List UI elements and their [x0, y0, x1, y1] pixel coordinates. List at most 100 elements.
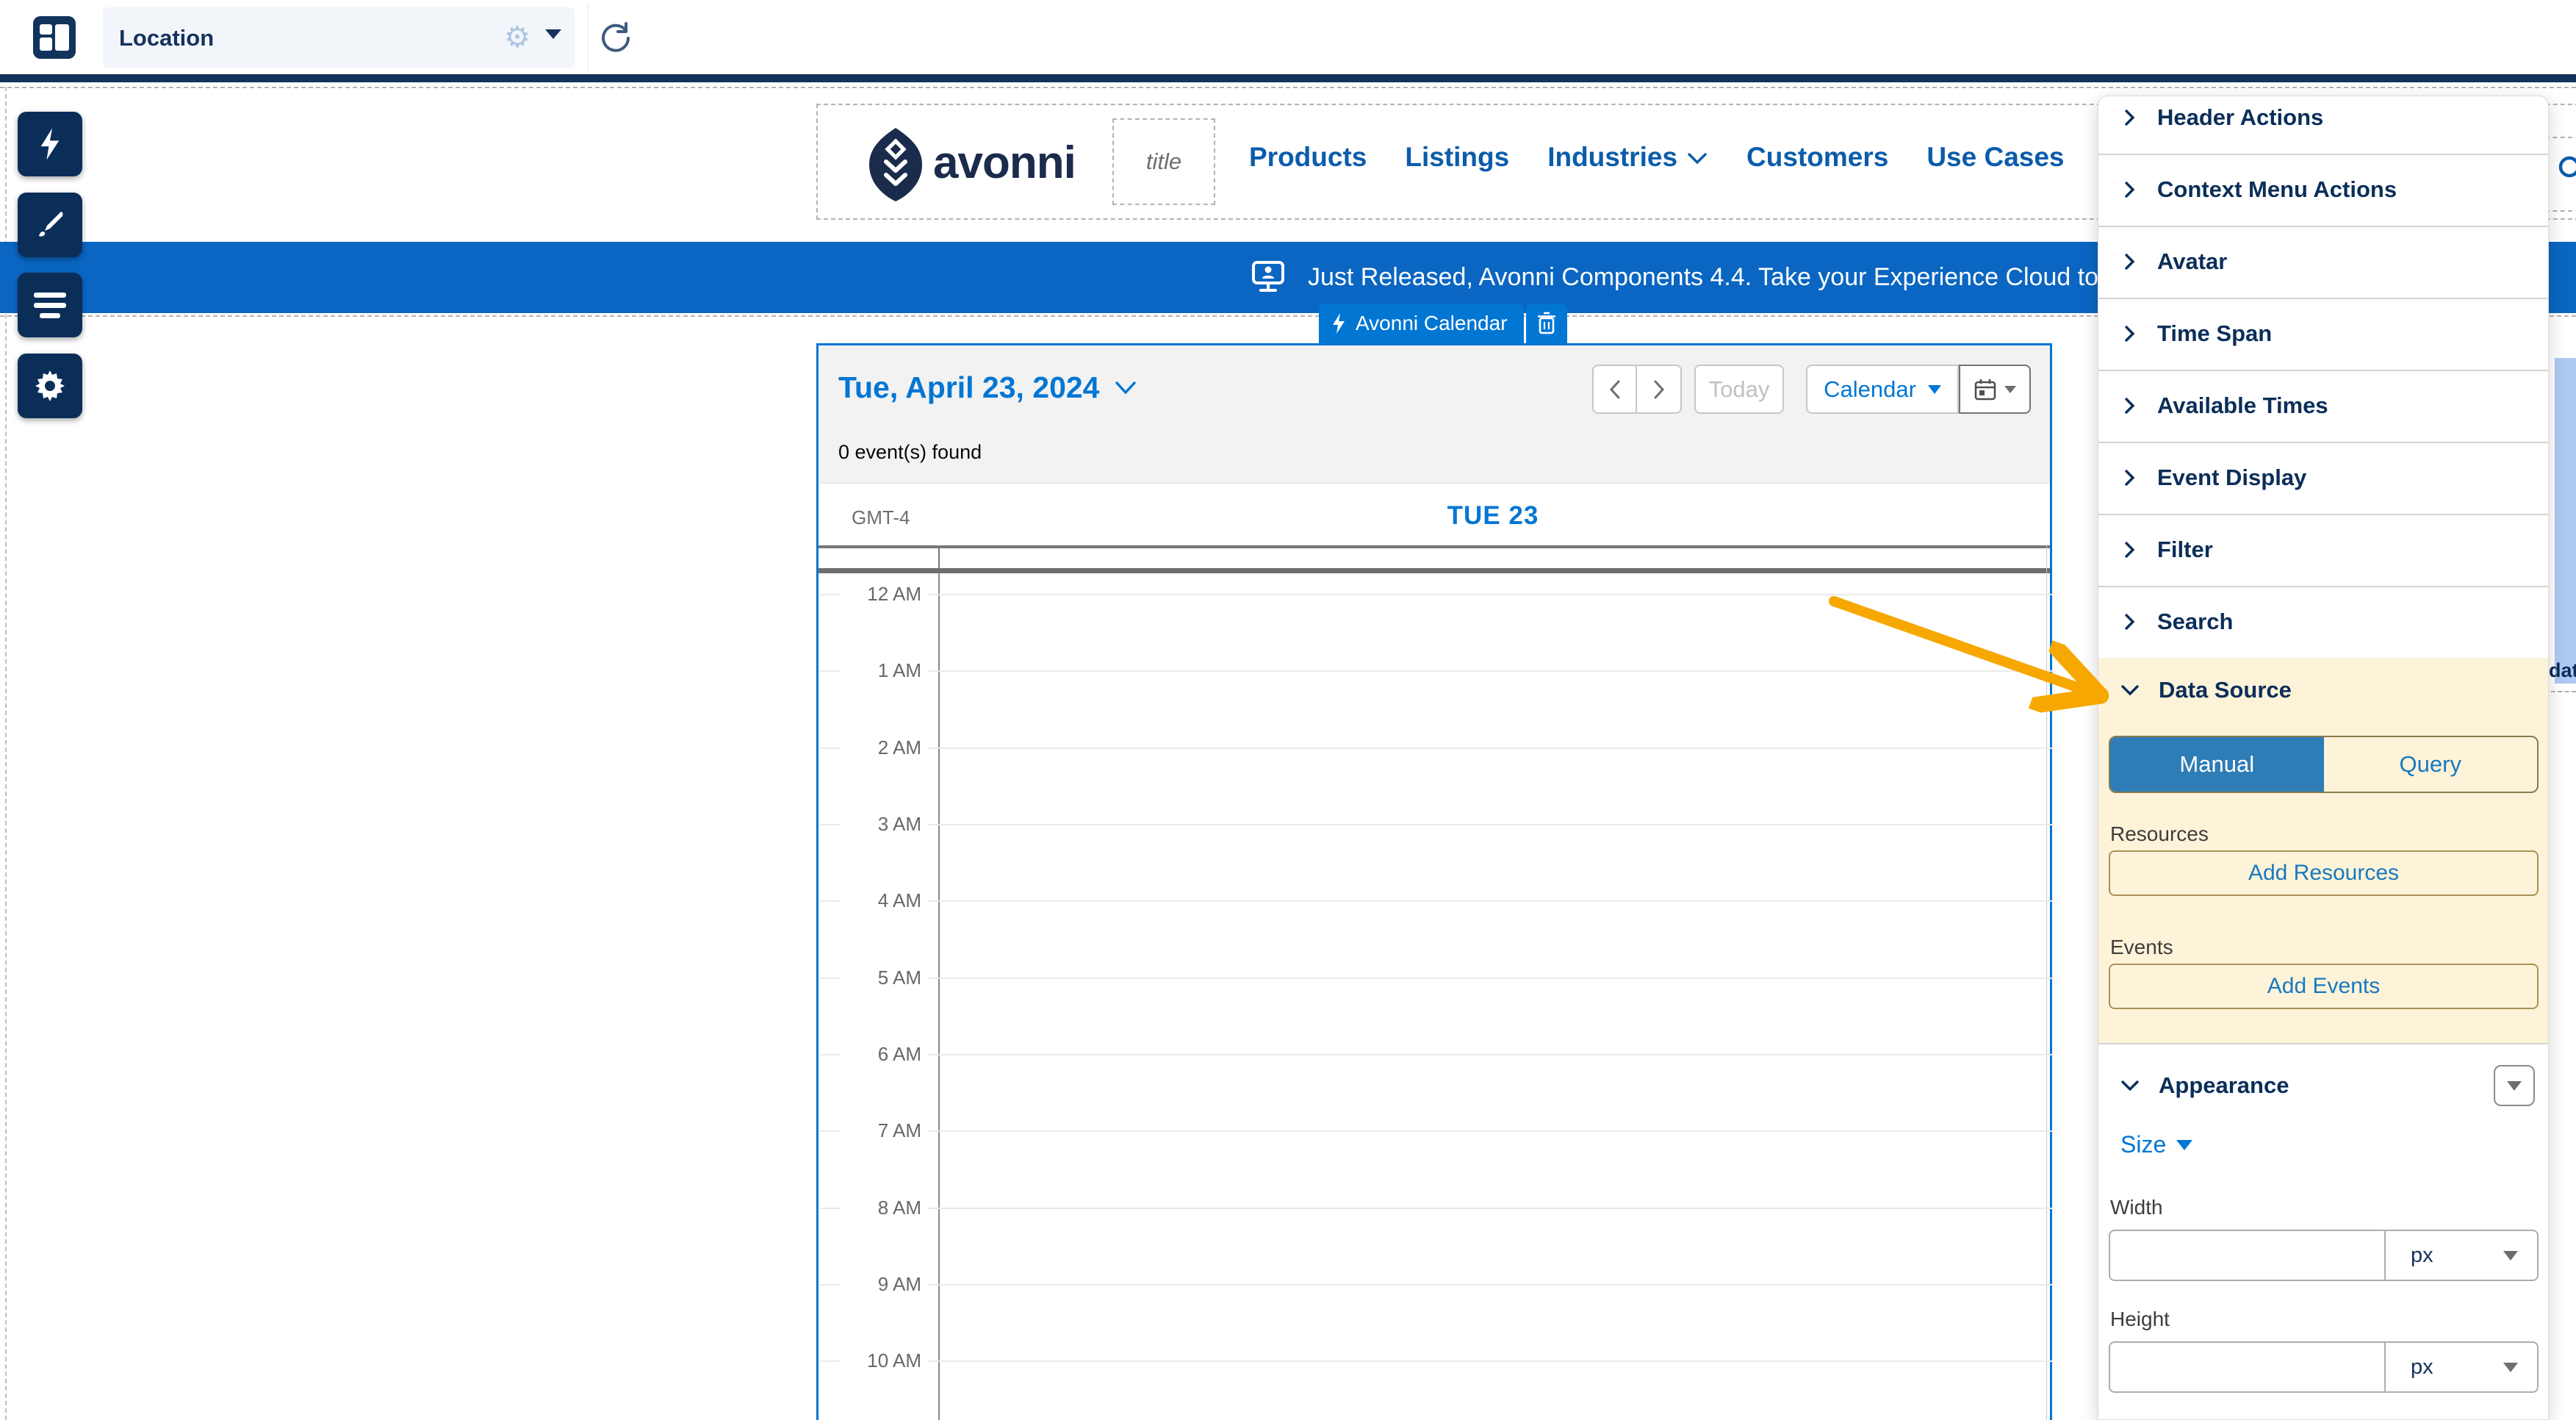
partial-data-label: data — [2549, 659, 2576, 682]
lightning-icon — [37, 127, 62, 161]
component-tag-label[interactable]: Avonni Calendar — [1319, 304, 1524, 343]
nav-customers[interactable]: Customers — [1746, 142, 1888, 173]
hour-label: 3 AM — [841, 811, 927, 837]
height-unit-select[interactable]: px — [2384, 1341, 2539, 1393]
add-resources-button[interactable]: Add Resources — [2109, 850, 2539, 896]
lightning-icon — [1331, 312, 1347, 334]
allday-bottom-divider — [819, 568, 2050, 573]
banner-text: Just Released, Avonni Components 4.4. Ta… — [1308, 263, 2126, 292]
height-label: Height — [2110, 1308, 2170, 1331]
calendar-toolbar: Tue, April 23, 2024 0 event(s) found Tod… — [819, 345, 2050, 484]
section-header-actions[interactable]: Header Actions — [2098, 96, 2548, 154]
height-input[interactable] — [2109, 1341, 2384, 1393]
data-source-mode-toggle: Manual Query — [2109, 736, 2539, 793]
width-field-group: px — [2109, 1230, 2539, 1281]
height-field-group: px — [2109, 1341, 2539, 1393]
caret-down-icon[interactable] — [545, 29, 561, 39]
settings-button[interactable] — [18, 354, 82, 418]
query-segment[interactable]: Query — [2324, 737, 2538, 792]
data-source-header[interactable]: Data Source — [2120, 677, 2292, 703]
section-filter[interactable]: Filter — [2098, 514, 2548, 586]
section-available-times[interactable]: Available Times — [2098, 370, 2548, 442]
triangle-down-icon — [2176, 1140, 2192, 1150]
today-button[interactable]: Today — [1694, 365, 1784, 414]
hour-line: 6 AM — [820, 1054, 2053, 1055]
width-unit-select[interactable]: px — [2384, 1230, 2539, 1281]
triangle-down-icon — [2503, 1363, 2518, 1372]
hour-line: 4 AM — [820, 900, 2053, 902]
hour-line: 7 AM — [820, 1130, 2053, 1132]
hour-label: 5 AM — [841, 964, 927, 991]
avonni-logo-icon — [866, 126, 926, 207]
hour-line: 3 AM — [820, 824, 2053, 825]
day-column-header[interactable]: TUE 23 — [938, 501, 2048, 531]
hour-line: 2 AM — [820, 747, 2053, 749]
timezone-label: GMT-4 — [852, 506, 910, 529]
hour-label: 2 AM — [841, 734, 927, 761]
chevron-right-icon — [2120, 541, 2138, 559]
triangle-down-icon — [2004, 386, 2016, 393]
manual-segment[interactable]: Manual — [2110, 737, 2324, 792]
page-selector-label: Location — [119, 25, 214, 51]
nav-industries[interactable]: Industries — [1547, 142, 1708, 173]
allday-column-divider — [938, 548, 940, 568]
paintbrush-icon — [34, 209, 66, 241]
section-event-display[interactable]: Event Display — [2098, 442, 2548, 514]
chevron-down-icon — [2120, 1077, 2140, 1094]
view-select-button[interactable]: Calendar — [1806, 365, 1959, 414]
avonni-calendar-component[interactable]: Tue, April 23, 2024 0 event(s) found Tod… — [816, 343, 2052, 1420]
nav-products[interactable]: Products — [1249, 142, 1367, 173]
appearance-menu-button[interactable] — [2494, 1065, 2535, 1106]
previous-button[interactable] — [1592, 365, 1637, 414]
experience-builder: avonni title Products Listings Industrie… — [0, 0, 2576, 1420]
time-column-divider — [938, 573, 940, 1420]
canvas-top-dashed-guide — [0, 87, 2576, 88]
chevron-right-icon — [2120, 109, 2138, 126]
components-button[interactable] — [18, 112, 82, 176]
hour-label: 6 AM — [841, 1041, 927, 1067]
hour-label: 4 AM — [841, 887, 927, 914]
search-icon[interactable] — [2555, 153, 2576, 190]
chevron-down-icon — [2120, 681, 2140, 699]
nav-use-cases[interactable]: Use Cases — [1926, 142, 2064, 173]
section-appearance[interactable]: Appearance — [2098, 1044, 2548, 1127]
hour-label: 12 AM — [841, 581, 927, 607]
chevron-down-icon — [1686, 142, 1708, 173]
theme-button[interactable] — [18, 193, 82, 257]
delete-component-button[interactable] — [1526, 304, 1567, 343]
hour-label: 1 AM — [841, 657, 927, 684]
section-search[interactable]: Search — [2098, 586, 2548, 658]
allday-top-divider — [819, 545, 2050, 548]
hour-line: 5 AM — [820, 978, 2053, 979]
page-selector[interactable]: Location ⚙ — [103, 7, 575, 68]
section-time-span[interactable]: Time Span — [2098, 298, 2548, 370]
triangle-down-icon — [1928, 385, 1941, 394]
chevron-right-icon — [2120, 397, 2138, 415]
grid-right-edge — [2046, 545, 2047, 1420]
content-button[interactable] — [18, 273, 82, 337]
properties-panel: Header Actions Context Menu Actions Avat… — [2098, 96, 2549, 1420]
site-nav: Products Listings Industries Customers U… — [1249, 142, 2065, 173]
size-dropdown[interactable]: Size — [2120, 1131, 2192, 1158]
next-button[interactable] — [1637, 365, 1682, 414]
header-title-placeholder[interactable]: title — [1112, 118, 1215, 205]
section-context-menu-actions[interactable]: Context Menu Actions — [2098, 154, 2548, 226]
calendar-date-title[interactable]: Tue, April 23, 2024 — [838, 370, 1138, 405]
nav-listings[interactable]: Listings — [1405, 142, 1509, 173]
calendar-display-button[interactable] — [1959, 365, 2031, 414]
page-settings-gear-icon[interactable]: ⚙ — [504, 21, 530, 54]
chevron-right-icon — [2120, 325, 2138, 343]
hour-line: 1 AM — [820, 670, 2053, 672]
gear-icon — [33, 369, 67, 403]
chevron-right-icon — [2120, 181, 2138, 198]
triangle-down-icon — [2503, 1251, 2518, 1261]
add-events-button[interactable]: Add Events — [2109, 964, 2539, 1009]
chevron-right-icon — [2120, 253, 2138, 270]
section-avatar[interactable]: Avatar — [2098, 226, 2548, 298]
resources-label: Resources — [2110, 822, 2209, 846]
triangle-down-icon — [2507, 1081, 2522, 1091]
page-layout-icon[interactable] — [33, 16, 76, 59]
refresh-button[interactable] — [597, 19, 635, 57]
width-input[interactable] — [2109, 1230, 2384, 1281]
hour-label: 8 AM — [841, 1194, 927, 1221]
